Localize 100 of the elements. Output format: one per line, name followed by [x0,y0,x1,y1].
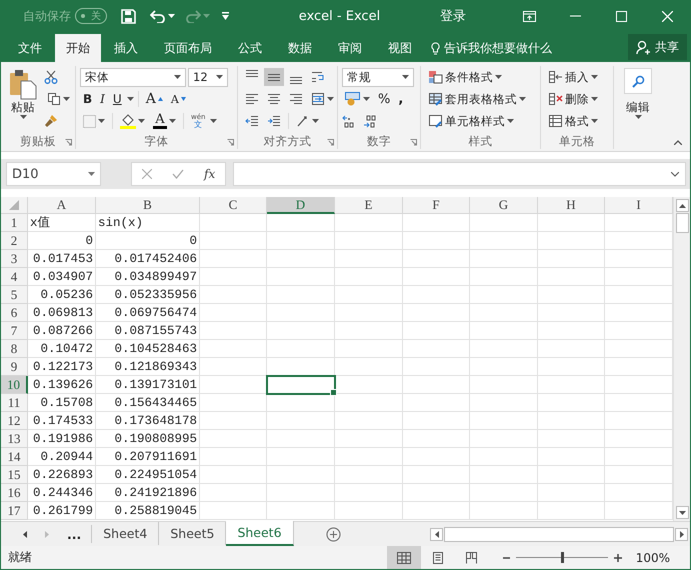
font-color-button[interactable]: A [150,112,179,130]
caret-icon[interactable] [312,119,319,123]
font-name-dropdown[interactable]: 宋体 [80,68,186,86]
column-header[interactable]: G [470,197,538,214]
ribbon-display-icon[interactable] [522,10,536,22]
middle-align-button[interactable] [264,68,284,86]
decrease-decimal-icon[interactable] [363,114,377,128]
font-size-dropdown[interactable]: 12 [188,68,228,86]
ribbon-tab[interactable]: 审阅 [325,34,375,62]
scroll-left-icon[interactable] [23,530,27,538]
undo-icon[interactable] [150,10,166,22]
customize-icon[interactable] [222,12,229,20]
row-header[interactable]: 8 [1,340,28,358]
tell-me-search[interactable]: 告诉我你想要做什么 [431,34,552,62]
add-sheet-icon[interactable] [326,526,341,542]
dialog-launcher-icon[interactable] [327,139,334,146]
caret-icon[interactable] [98,119,105,123]
row-header[interactable]: 17 [1,502,28,520]
borders-button[interactable] [80,112,108,130]
cell-styles-button[interactable]: 单元格样式 [425,112,517,130]
maximize-icon[interactable] [616,10,626,22]
delete-button[interactable]: 删除 [545,90,601,108]
column-header[interactable]: I [605,197,673,214]
dialog-launcher-icon[interactable] [410,139,417,146]
insert-function-button[interactable]: fx [204,167,216,181]
row-header[interactable]: 15 [1,466,28,484]
editing-button[interactable]: 编辑 [621,66,655,149]
caret-icon[interactable] [216,75,223,79]
decrease-font-size-button[interactable]: A [168,90,189,108]
format-button[interactable]: 格式 [545,112,601,130]
formula-input[interactable] [233,162,686,186]
zoom-in-icon[interactable] [614,554,622,562]
column-header[interactable]: B [96,197,200,214]
column-header[interactable]: A [28,197,96,214]
row-header[interactable]: 16 [1,484,28,502]
ribbon-tab[interactable]: 视图 [375,34,425,62]
row-header[interactable]: 10 [1,376,28,394]
zoom-level[interactable]: 100% [636,550,670,564]
percent-button[interactable]: % [375,90,394,108]
column-header[interactable]: D [267,197,335,214]
dialog-launcher-icon[interactable] [65,139,72,146]
scroll-thumb[interactable] [676,213,688,233]
caret-icon[interactable] [126,97,134,101]
caret-icon[interactable] [402,75,409,79]
caret-icon[interactable] [495,75,502,79]
column-header[interactable]: F [403,197,470,214]
caret-icon[interactable] [210,119,218,123]
column-header[interactable]: H [538,197,605,214]
bold-button[interactable]: B [80,90,96,108]
share-button[interactable]: 共享 [628,34,687,60]
caret-icon[interactable] [591,75,598,79]
column-header[interactable]: C [200,197,267,214]
ribbon-tab[interactable]: 开始 [55,34,101,62]
column-header[interactable]: E [335,197,403,214]
ribbon-tab[interactable]: 数据 [275,34,325,62]
caret-icon[interactable] [634,115,642,119]
normal-view-button[interactable] [386,546,421,569]
row-header[interactable]: 6 [1,304,28,322]
caret-icon[interactable] [20,115,26,119]
caret-icon[interactable] [363,97,370,101]
underline-button[interactable]: U [110,90,125,108]
minimize-icon[interactable] [570,15,580,17]
increase-decimal-icon[interactable] [342,114,356,128]
row-header[interactable]: 5 [1,286,28,304]
caret-icon[interactable] [63,97,70,101]
fill-color-button[interactable] [117,112,148,130]
close-icon[interactable] [662,10,672,22]
caret-icon[interactable] [174,75,181,79]
vertical-scrollbar[interactable] [673,197,690,521]
active-cell[interactable] [267,376,335,394]
caret-icon[interactable] [327,97,334,101]
dialog-launcher-icon[interactable] [227,139,234,146]
more-sheets-button[interactable]: ... [67,526,82,542]
row-header[interactable]: 11 [1,394,28,412]
ribbon-tab[interactable]: 插入 [101,34,151,62]
row-header[interactable]: 9 [1,358,28,376]
caret-icon[interactable] [519,97,526,101]
ribbon-tab[interactable]: 公式 [225,34,275,62]
row-header[interactable]: 13 [1,430,28,448]
caret-icon[interactable] [507,119,514,123]
sheet-tab[interactable]: Sheet4 [92,522,160,545]
caret-icon[interactable] [138,119,145,123]
number-format-dropdown[interactable]: 常规 [342,68,414,86]
caret-icon[interactable] [591,97,598,101]
caret-icon[interactable] [168,14,175,18]
caret-icon[interactable] [591,119,598,123]
insert-button[interactable]: 插入 [545,68,601,86]
sheet-tab[interactable]: Sheet6 [226,521,294,546]
name-box[interactable]: D10 [6,162,101,186]
row-header[interactable]: 4 [1,268,28,286]
caret-icon[interactable] [88,172,95,176]
login-link[interactable]: 登录 [440,7,466,25]
row-header[interactable]: 12 [1,412,28,430]
row-header[interactable]: 1 [1,214,28,232]
cut-icon[interactable] [44,70,58,84]
comma-button[interactable]: , [395,90,406,108]
ribbon-tab[interactable]: 文件 [5,34,55,62]
row-header[interactable]: 14 [1,448,28,466]
row-header[interactable]: 3 [1,250,28,268]
row-header[interactable]: 2 [1,232,28,250]
